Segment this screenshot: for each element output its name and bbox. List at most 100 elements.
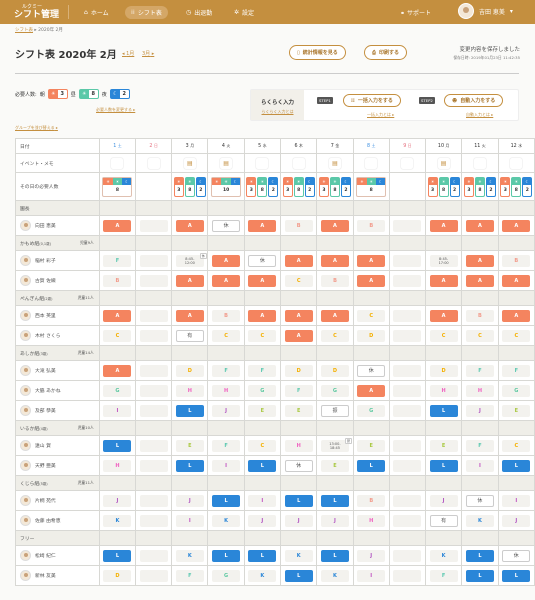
shift-cell-button[interactable]: E: [248, 404, 277, 417]
shift-cell-button[interactable]: L: [212, 549, 241, 562]
shift-cell-button[interactable]: [393, 549, 422, 562]
shift-cell-button[interactable]: [139, 549, 168, 562]
shift-cell-button[interactable]: A: [320, 254, 349, 267]
shift-cell-button[interactable]: [139, 459, 168, 472]
shift-cell-button[interactable]: F: [284, 384, 313, 397]
shift-cell-button[interactable]: J: [248, 514, 277, 527]
shift-cell-button[interactable]: B: [357, 494, 386, 507]
shift-cell-button[interactable]: [139, 329, 168, 342]
shift-cell-button[interactable]: [393, 329, 422, 342]
shift-cell-button[interactable]: A: [429, 309, 458, 322]
bulk-about-link[interactable]: 一括入力とは ▸: [367, 112, 394, 118]
shift-cell-button[interactable]: 休: [284, 459, 313, 472]
shift-cell-button[interactable]: A: [175, 309, 204, 322]
shift-cell-button[interactable]: L: [320, 549, 349, 562]
shift-cell-button[interactable]: L: [103, 549, 132, 562]
shift-cell-button[interactable]: L: [429, 404, 458, 417]
shift-cell-button[interactable]: C: [429, 329, 458, 342]
shift-cell-button[interactable]: G: [502, 384, 531, 397]
shift-cell-button[interactable]: 休: [248, 254, 277, 267]
shift-cell-button[interactable]: F: [465, 364, 494, 377]
shift-cell-button[interactable]: C: [248, 329, 277, 342]
shift-cell-button[interactable]: K: [103, 514, 132, 527]
shift-cell-button[interactable]: B: [502, 254, 531, 267]
shift-cell-button[interactable]: G: [320, 384, 349, 397]
shift-cell-button[interactable]: A: [465, 219, 494, 232]
shift-cell-button[interactable]: B: [357, 219, 386, 232]
shift-cell-button[interactable]: G: [212, 569, 241, 582]
shift-cell-button[interactable]: [139, 569, 168, 582]
shift-cell-button[interactable]: [139, 219, 168, 232]
shift-cell-button[interactable]: [393, 309, 422, 322]
shift-cell-button[interactable]: A: [284, 309, 313, 322]
shift-cell-button[interactable]: A: [248, 274, 277, 287]
event-memo-button[interactable]: [473, 157, 486, 169]
shift-cell-button[interactable]: L: [248, 549, 277, 562]
shift-cell-button[interactable]: I: [248, 494, 277, 507]
shift-cell-button[interactable]: B: [284, 219, 313, 232]
shift-cell-button[interactable]: [393, 459, 422, 472]
shift-cell-button[interactable]: [139, 514, 168, 527]
shift-cell-button[interactable]: A: [320, 219, 349, 232]
shift-cell-button[interactable]: A: [103, 219, 132, 232]
shift-cell-button[interactable]: J: [320, 514, 349, 527]
custom-time-shift[interactable]: 8:45- 12:00 休: [175, 252, 207, 267]
shift-cell-button[interactable]: L: [465, 549, 494, 562]
custom-time-shift[interactable]: 8:45- 17:00: [429, 254, 458, 267]
shift-cell-button[interactable]: A: [103, 364, 132, 377]
shift-cell-button[interactable]: [139, 309, 168, 322]
user-menu[interactable]: 吉田 恵美 ▾: [458, 3, 513, 19]
next-month-link[interactable]: 3月 ▸: [142, 50, 154, 57]
shift-cell-button[interactable]: C: [212, 329, 241, 342]
shift-cell-button[interactable]: E: [357, 439, 386, 452]
shift-cell-button[interactable]: [393, 254, 422, 267]
shift-cell-button[interactable]: K: [212, 514, 241, 527]
shift-cell-button[interactable]: H: [284, 439, 313, 452]
shift-cell-button[interactable]: K: [320, 569, 349, 582]
event-memo-button[interactable]: [401, 157, 414, 169]
shift-cell-button[interactable]: J: [502, 514, 531, 527]
shift-cell-button[interactable]: H: [357, 514, 386, 527]
shift-cell-button[interactable]: A: [357, 254, 386, 267]
shift-cell-button[interactable]: C: [248, 439, 277, 452]
shift-cell-button[interactable]: A: [357, 274, 386, 287]
shift-cell-button[interactable]: E: [284, 404, 313, 417]
shift-cell-button[interactable]: [139, 364, 168, 377]
shift-cell-button[interactable]: G: [248, 384, 277, 397]
logo[interactable]: ルクミー シフト管理: [14, 3, 59, 20]
shift-cell-button[interactable]: L: [502, 459, 531, 472]
shift-cell-button[interactable]: [393, 404, 422, 417]
shift-cell-button[interactable]: C: [284, 274, 313, 287]
shift-cell-button[interactable]: D: [103, 569, 132, 582]
shift-cell-button[interactable]: I: [465, 459, 494, 472]
shift-cell-button[interactable]: A: [465, 254, 494, 267]
shift-cell-button[interactable]: G: [103, 384, 132, 397]
shift-cell-button[interactable]: [393, 364, 422, 377]
shift-cell-button[interactable]: H: [175, 384, 204, 397]
shift-cell-button[interactable]: H: [465, 384, 494, 397]
shift-cell-button[interactable]: E: [320, 459, 349, 472]
shift-cell-button[interactable]: I: [357, 569, 386, 582]
shift-cell-button[interactable]: A: [248, 309, 277, 322]
shift-cell-button[interactable]: F: [212, 439, 241, 452]
shift-cell-button[interactable]: 休: [212, 219, 241, 232]
shift-cell-button[interactable]: A: [248, 219, 277, 232]
bulk-input-button[interactable]: ⁞⁞ 一括入力をする: [343, 94, 401, 107]
shift-cell-button[interactable]: A: [175, 219, 204, 232]
shift-cell-button[interactable]: A: [357, 384, 386, 397]
event-memo-button[interactable]: [292, 157, 305, 169]
shift-cell-button[interactable]: J: [284, 514, 313, 527]
change-required-link[interactable]: 必要人数を変更する ▸: [96, 107, 135, 113]
calendar-icon[interactable]: ▤: [437, 157, 450, 169]
event-memo-button[interactable]: [510, 157, 523, 169]
shift-cell-button[interactable]: B: [320, 274, 349, 287]
nav-home[interactable]: ⌂ ホーム: [78, 6, 115, 19]
shift-cell-button[interactable]: K: [248, 569, 277, 582]
shift-cell-button[interactable]: 休: [502, 549, 531, 562]
shift-cell-button[interactable]: A: [284, 329, 313, 342]
shift-cell-button[interactable]: 休: [465, 494, 494, 507]
shift-cell-button[interactable]: [393, 439, 422, 452]
shift-cell-button[interactable]: I: [212, 459, 241, 472]
shift-cell-button[interactable]: L: [175, 404, 204, 417]
shift-cell-button[interactable]: L: [212, 494, 241, 507]
